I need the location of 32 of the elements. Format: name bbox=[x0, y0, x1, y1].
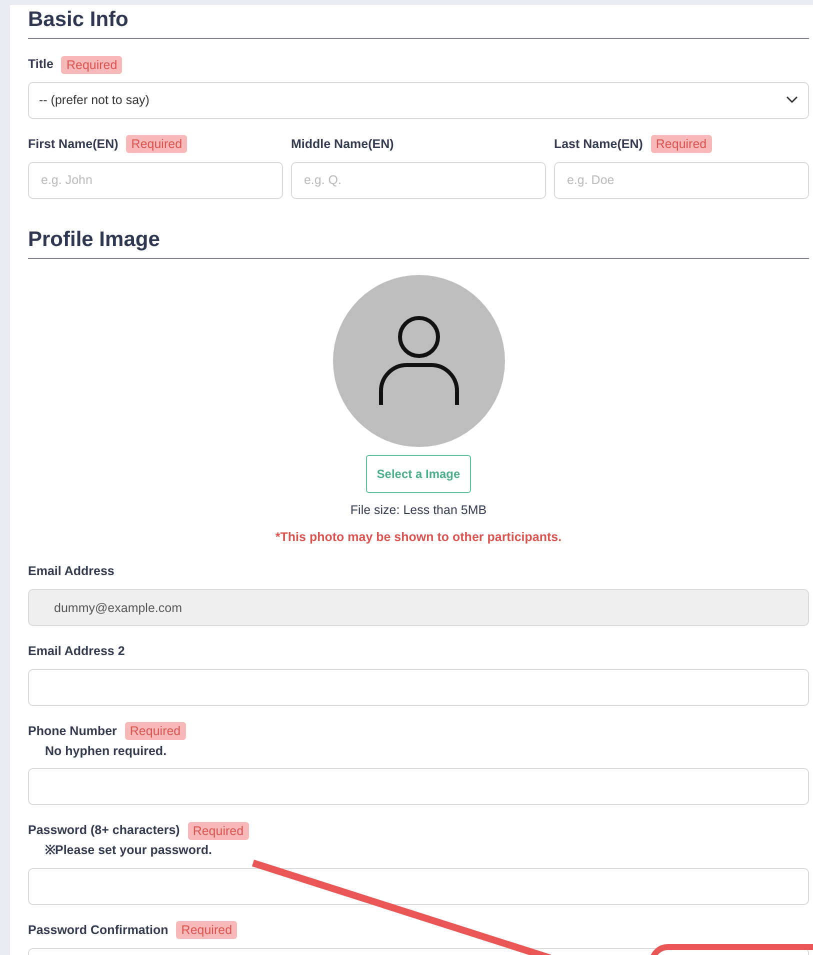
required-badge: Required bbox=[650, 135, 712, 154]
section-heading: Profile Image bbox=[28, 226, 160, 252]
text-input[interactable]: e.g. John bbox=[28, 162, 283, 199]
select-value: -- (prefer not to say) bbox=[39, 92, 150, 110]
field-label: Last Name(EN) bbox=[554, 136, 643, 153]
text-input[interactable]: e.g. Q. bbox=[290, 162, 546, 199]
required-badge: Required bbox=[188, 822, 249, 840]
field-label: Password (8+ characters) bbox=[28, 822, 180, 840]
hint-text: ※Please set your password. bbox=[44, 842, 212, 860]
photo-warning: *This photo may be shown to other participants. bbox=[275, 528, 562, 546]
text-input[interactable] bbox=[28, 868, 809, 905]
text-input[interactable] bbox=[28, 768, 809, 806]
required-badge: Required bbox=[124, 722, 186, 740]
hint-text: No hyphen required. bbox=[44, 742, 167, 760]
field-label: Password Confirmation bbox=[28, 922, 168, 939]
field-label: Email Address 2 bbox=[28, 643, 125, 660]
field-label: Middle Name(EN) bbox=[290, 136, 394, 153]
person-silhouette-icon bbox=[376, 314, 460, 407]
text-input[interactable]: e.g. Doe bbox=[554, 162, 809, 199]
section-heading: Basic Info bbox=[28, 7, 128, 32]
file-size-note: File size: Less than 5MB bbox=[350, 502, 487, 519]
text-input: dummy@example.com bbox=[28, 589, 809, 626]
required-badge: Required bbox=[61, 56, 122, 74]
field-label: Phone Number bbox=[28, 722, 117, 740]
chevron-down-icon bbox=[786, 96, 798, 104]
required-badge: Required bbox=[176, 921, 238, 940]
field-label: Email Address bbox=[28, 563, 114, 580]
field-label: Title bbox=[28, 56, 54, 74]
required-badge: Required bbox=[126, 135, 188, 154]
text-input[interactable] bbox=[28, 668, 809, 706]
title-select[interactable]: -- (prefer not to say) bbox=[28, 82, 809, 119]
field-label: First Name(EN) bbox=[28, 136, 118, 153]
